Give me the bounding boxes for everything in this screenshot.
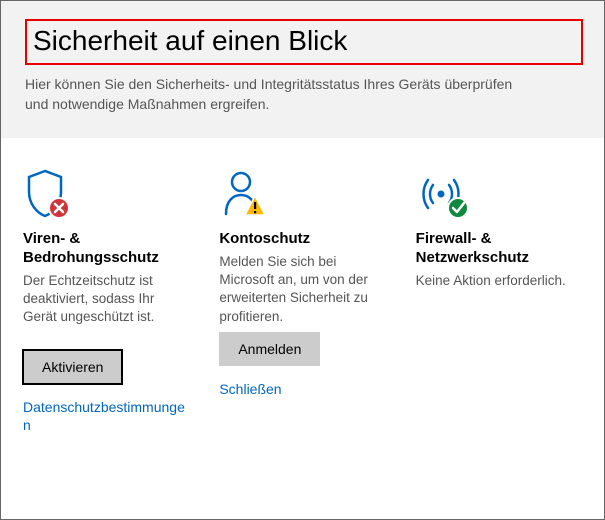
tile-title: Firewall- & Netzwerkschutz [416,230,582,268]
signin-button[interactable]: Anmelden [219,332,320,366]
account-warning-icon [219,166,385,222]
page-subtitle: Hier können Sie den Sicherheits- und Int… [25,75,525,114]
broadcast-ok-icon [416,166,582,222]
tiles-row: Viren- & Bedrohungsschutz Der Echtzeitsc… [1,138,604,444]
page-title: Sicherheit auf einen Blick [33,25,573,57]
tile-virus-protection[interactable]: Viren- & Bedrohungsschutz Der Echtzeitsc… [23,166,189,434]
tile-account-protection[interactable]: Kontoschutz Melden Sie sich bei Microsof… [219,166,385,434]
header: Sicherheit auf einen Blick Hier können S… [1,1,604,138]
shield-error-icon [23,166,189,222]
tile-desc: Keine Aktion erforderlich. [416,272,582,344]
tile-desc: Der Echtzeitschutz ist deaktiviert, soda… [23,272,189,344]
activate-button[interactable]: Aktivieren [23,350,122,384]
tile-desc: Melden Sie sich bei Microsoft an, um von… [219,253,385,326]
privacy-link[interactable]: Datenschutzbestimmungen [23,398,189,434]
title-annotation-box: Sicherheit auf einen Blick [25,19,583,65]
close-link[interactable]: Schließen [219,380,385,398]
tile-firewall-protection[interactable]: Firewall- & Netzwerkschutz Keine Aktion … [416,166,582,434]
tile-title: Kontoschutz [219,230,385,249]
tile-title: Viren- & Bedrohungsschutz [23,230,189,268]
